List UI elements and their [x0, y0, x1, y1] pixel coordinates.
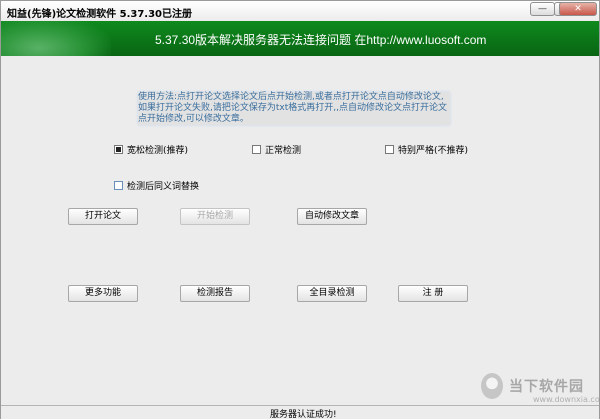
- more-features-button[interactable]: 更多功能: [68, 285, 138, 302]
- banner-text: 5.37.30版本解决服务器无法连接问题 在http://www.luosoft…: [155, 33, 487, 47]
- status-text: 服务器认证成功!: [270, 410, 337, 420]
- minimize-icon: —: [538, 4, 547, 14]
- full-directory-check-button[interactable]: 全目录检测: [297, 285, 367, 302]
- mode-normal-checkbox[interactable]: 正常检测: [252, 143, 301, 156]
- register-button[interactable]: 注 册: [398, 285, 468, 302]
- checkbox-box: [114, 181, 123, 190]
- close-button[interactable]: ✕: [559, 2, 597, 16]
- title-bar[interactable]: 知益(先锋)论文检测软件 5.37.30已注册 — □ ✕: [1, 1, 599, 21]
- watermark-cn-text: 当下软件园: [509, 379, 584, 395]
- checkbox-box: [385, 145, 394, 154]
- auto-modify-button[interactable]: 自动修改文章: [297, 208, 367, 225]
- status-bar: 服务器认证成功!: [1, 405, 599, 420]
- check-report-button[interactable]: 检测报告: [180, 285, 250, 302]
- mode-label: 特别严格(不推荐): [398, 146, 469, 156]
- downxia-watermark: 当下软件园 www.downxia.com: [481, 373, 600, 404]
- open-paper-button[interactable]: 打开论文: [68, 208, 138, 225]
- app-window: 知益(先锋)论文检测软件 5.37.30已注册 — □ ✕ 5.37.30版本解…: [0, 0, 600, 420]
- usage-instructions: 使用方法:点打开论文选择论文后点开始检测,或者点打开论文点自动修改论文,如果打开…: [138, 92, 450, 125]
- leaf-decoration: [1, 21, 111, 56]
- window-title: 知益(先锋)论文检测软件 5.37.30已注册: [7, 9, 193, 20]
- mode-label: 宽松检测(推荐): [127, 146, 189, 156]
- synonym-replace-checkbox[interactable]: 检测后同义词替换: [114, 179, 199, 192]
- checkbox-box: [252, 145, 261, 154]
- mode-loose-checkbox[interactable]: 宽松检测(推荐): [114, 143, 188, 156]
- close-icon: ✕: [574, 4, 582, 14]
- start-check-button[interactable]: 开始检测: [180, 208, 250, 225]
- mode-strict-checkbox[interactable]: 特别严格(不推荐): [385, 143, 468, 156]
- watermark-url-text: www.downxia.com: [533, 395, 600, 404]
- minimize-button[interactable]: —: [530, 2, 555, 16]
- mode-label: 正常检测: [265, 146, 302, 156]
- checkbox-box: [114, 145, 123, 154]
- synonym-replace-label: 检测后同义词替换: [127, 182, 200, 192]
- watermark-logo-icon: [481, 373, 503, 399]
- info-banner: 5.37.30版本解决服务器无法连接问题 在http://www.luosoft…: [1, 21, 599, 56]
